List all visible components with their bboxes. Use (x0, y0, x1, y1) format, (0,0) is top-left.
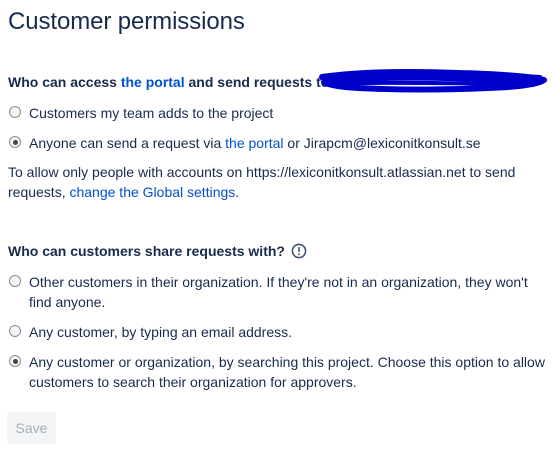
access-option-team-adds-label: Customers my team adds to the project (29, 105, 274, 121)
share-option-organization[interactable]: Other customers in their organization. I… (8, 272, 547, 312)
share-option-search-project-label: Any customer or organization, by searchi… (29, 354, 545, 390)
info-circle-icon[interactable] (291, 243, 307, 259)
access-option-team-adds[interactable]: Customers my team adds to the project (8, 103, 547, 123)
share-option-organization-label: Other customers in their organization. I… (29, 274, 528, 310)
portal-link[interactable]: the portal (121, 74, 185, 90)
share-option-email-label: Any customer, by typing an email address… (29, 324, 293, 340)
access-option-anyone-label: Anyone can send a request via the portal… (29, 133, 547, 153)
radio-organization[interactable] (9, 275, 21, 287)
change-global-settings-link[interactable]: change the Global settings (69, 184, 235, 200)
redaction-scribble (319, 69, 547, 93)
share-option-email[interactable]: Any customer, by typing an email address… (8, 322, 547, 342)
radio-anyone[interactable] (9, 136, 21, 148)
access-heading-prefix: Who can access (8, 74, 121, 90)
radio-team-adds[interactable] (9, 106, 21, 118)
global-settings-suffix: . (235, 184, 240, 200)
anyone-label-prefix: Anyone can send a request via (29, 135, 226, 151)
access-section-heading: Who can access the portal and send reque… (8, 72, 329, 92)
access-option-anyone[interactable]: Anyone can send a request via the portal… (8, 133, 547, 153)
save-button[interactable]: Save (7, 412, 56, 444)
share-option-search-project[interactable]: Any customer or organization, by searchi… (8, 352, 547, 392)
radio-email[interactable] (9, 325, 21, 337)
anyone-portal-link[interactable]: the portal (225, 135, 283, 151)
page-title: Customer permissions (8, 8, 245, 35)
global-settings-info: To allow only people with accounts on ht… (8, 162, 538, 202)
radio-search-project[interactable] (9, 355, 21, 367)
anyone-label-suffix: or Jirapcm@lexiconitkonsult.se (283, 135, 481, 151)
share-heading-text: Who can customers share requests with? (8, 243, 285, 259)
share-section-heading: Who can customers share requests with? (8, 241, 307, 261)
access-heading-suffix: and send requests to (184, 74, 330, 90)
